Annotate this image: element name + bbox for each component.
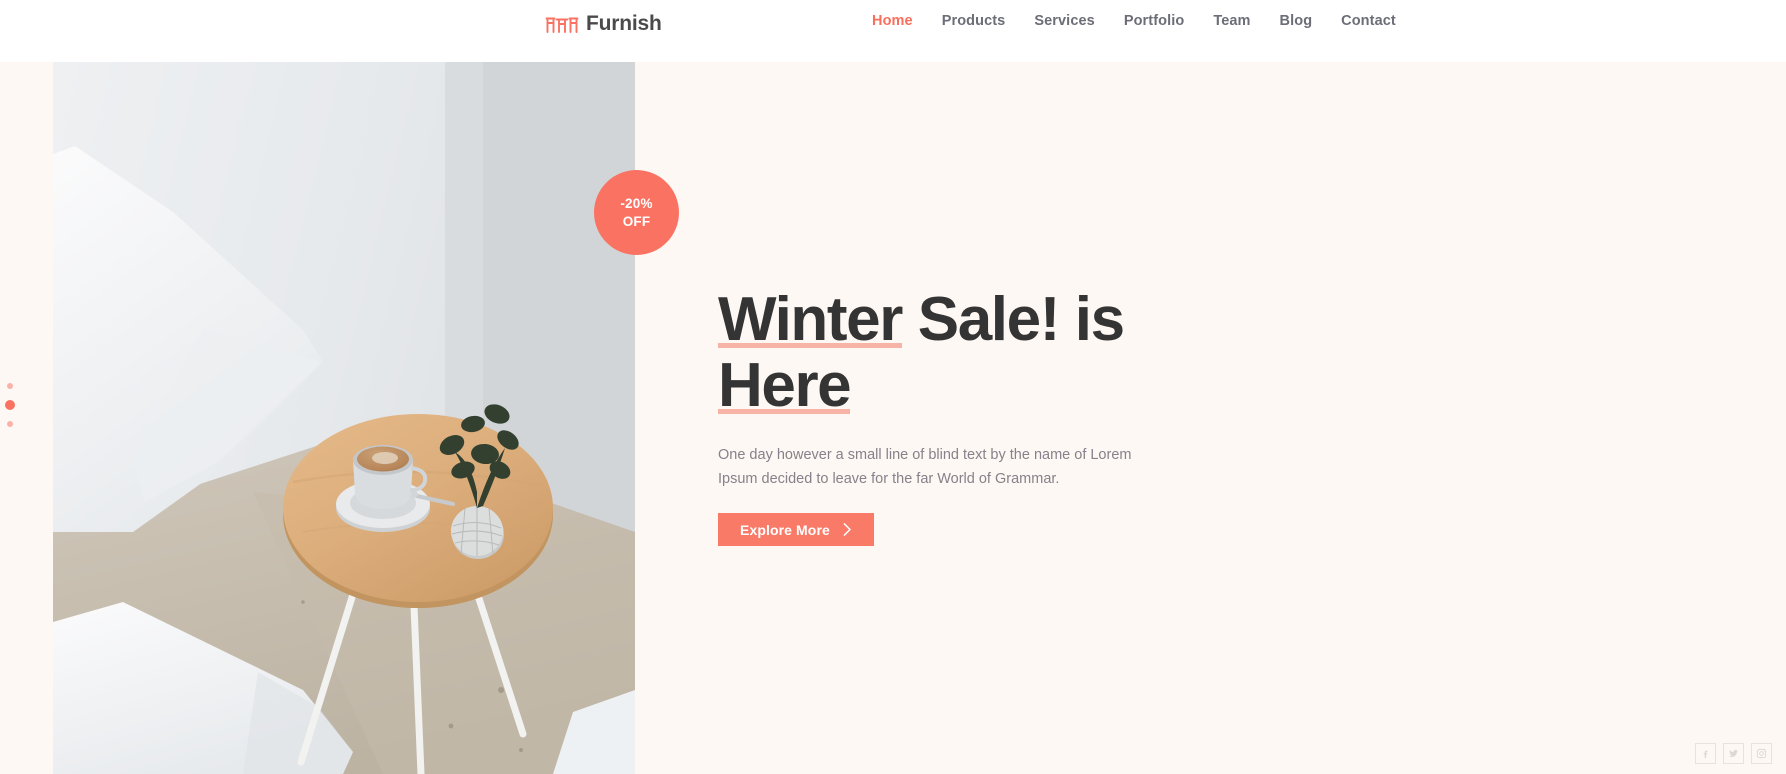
social-links [1695, 743, 1772, 764]
nav-item-contact[interactable]: Contact [1341, 13, 1396, 29]
slider-dot-3[interactable] [7, 421, 13, 427]
discount-value: -20% [620, 195, 653, 211]
facebook-icon [1703, 750, 1708, 759]
table-chairs-icon [545, 17, 579, 33]
hero-heading-line1-rest: Sale! is [901, 285, 1125, 354]
explore-more-button[interactable]: Explore More [718, 513, 874, 547]
hero-section: -20% OFF Winter Sale! is Here One day ho… [0, 62, 1786, 774]
nav-item-products[interactable]: Products [942, 13, 1006, 29]
explore-more-label: Explore More [740, 521, 830, 538]
page-root: Furnish Home Products Services Portfolio… [0, 0, 1786, 774]
hero-heading-line1-underlined: Winter [718, 285, 903, 356]
slider-pagination [5, 383, 15, 427]
twitter-icon [1728, 749, 1739, 758]
social-link-facebook[interactable] [1695, 743, 1716, 764]
discount-suffix: OFF [622, 214, 651, 229]
nav-item-portfolio[interactable]: Portfolio [1124, 13, 1185, 29]
hero-content: Winter Sale! is Here One day however a s… [718, 285, 1418, 547]
social-link-twitter[interactable] [1723, 743, 1744, 764]
main-navigation: Home Products Services Portfolio Team Bl… [872, 13, 1396, 29]
hero-image [53, 62, 635, 774]
site-header: Furnish Home Products Services Portfolio… [0, 0, 1786, 62]
slider-dot-1[interactable] [7, 383, 13, 389]
discount-badge[interactable]: -20% OFF [594, 170, 679, 255]
nav-item-home[interactable]: Home [872, 13, 913, 29]
brand-logo[interactable]: Furnish [545, 6, 662, 40]
nav-item-blog[interactable]: Blog [1280, 13, 1313, 29]
chevron-right-icon [843, 523, 851, 537]
instagram-icon [1756, 748, 1767, 759]
hero-description: One day however a small line of blind te… [718, 447, 1132, 487]
social-link-instagram[interactable] [1751, 743, 1772, 764]
nav-item-services[interactable]: Services [1034, 13, 1094, 29]
slider-dot-2[interactable] [5, 400, 15, 410]
nav-item-team[interactable]: Team [1213, 13, 1250, 29]
brand-name: Furnish [586, 11, 662, 35]
hero-heading-line2-underlined: Here [718, 350, 852, 422]
hero-photo-illustration [53, 62, 635, 774]
hero-heading: Winter Sale! is Here [718, 285, 1168, 422]
